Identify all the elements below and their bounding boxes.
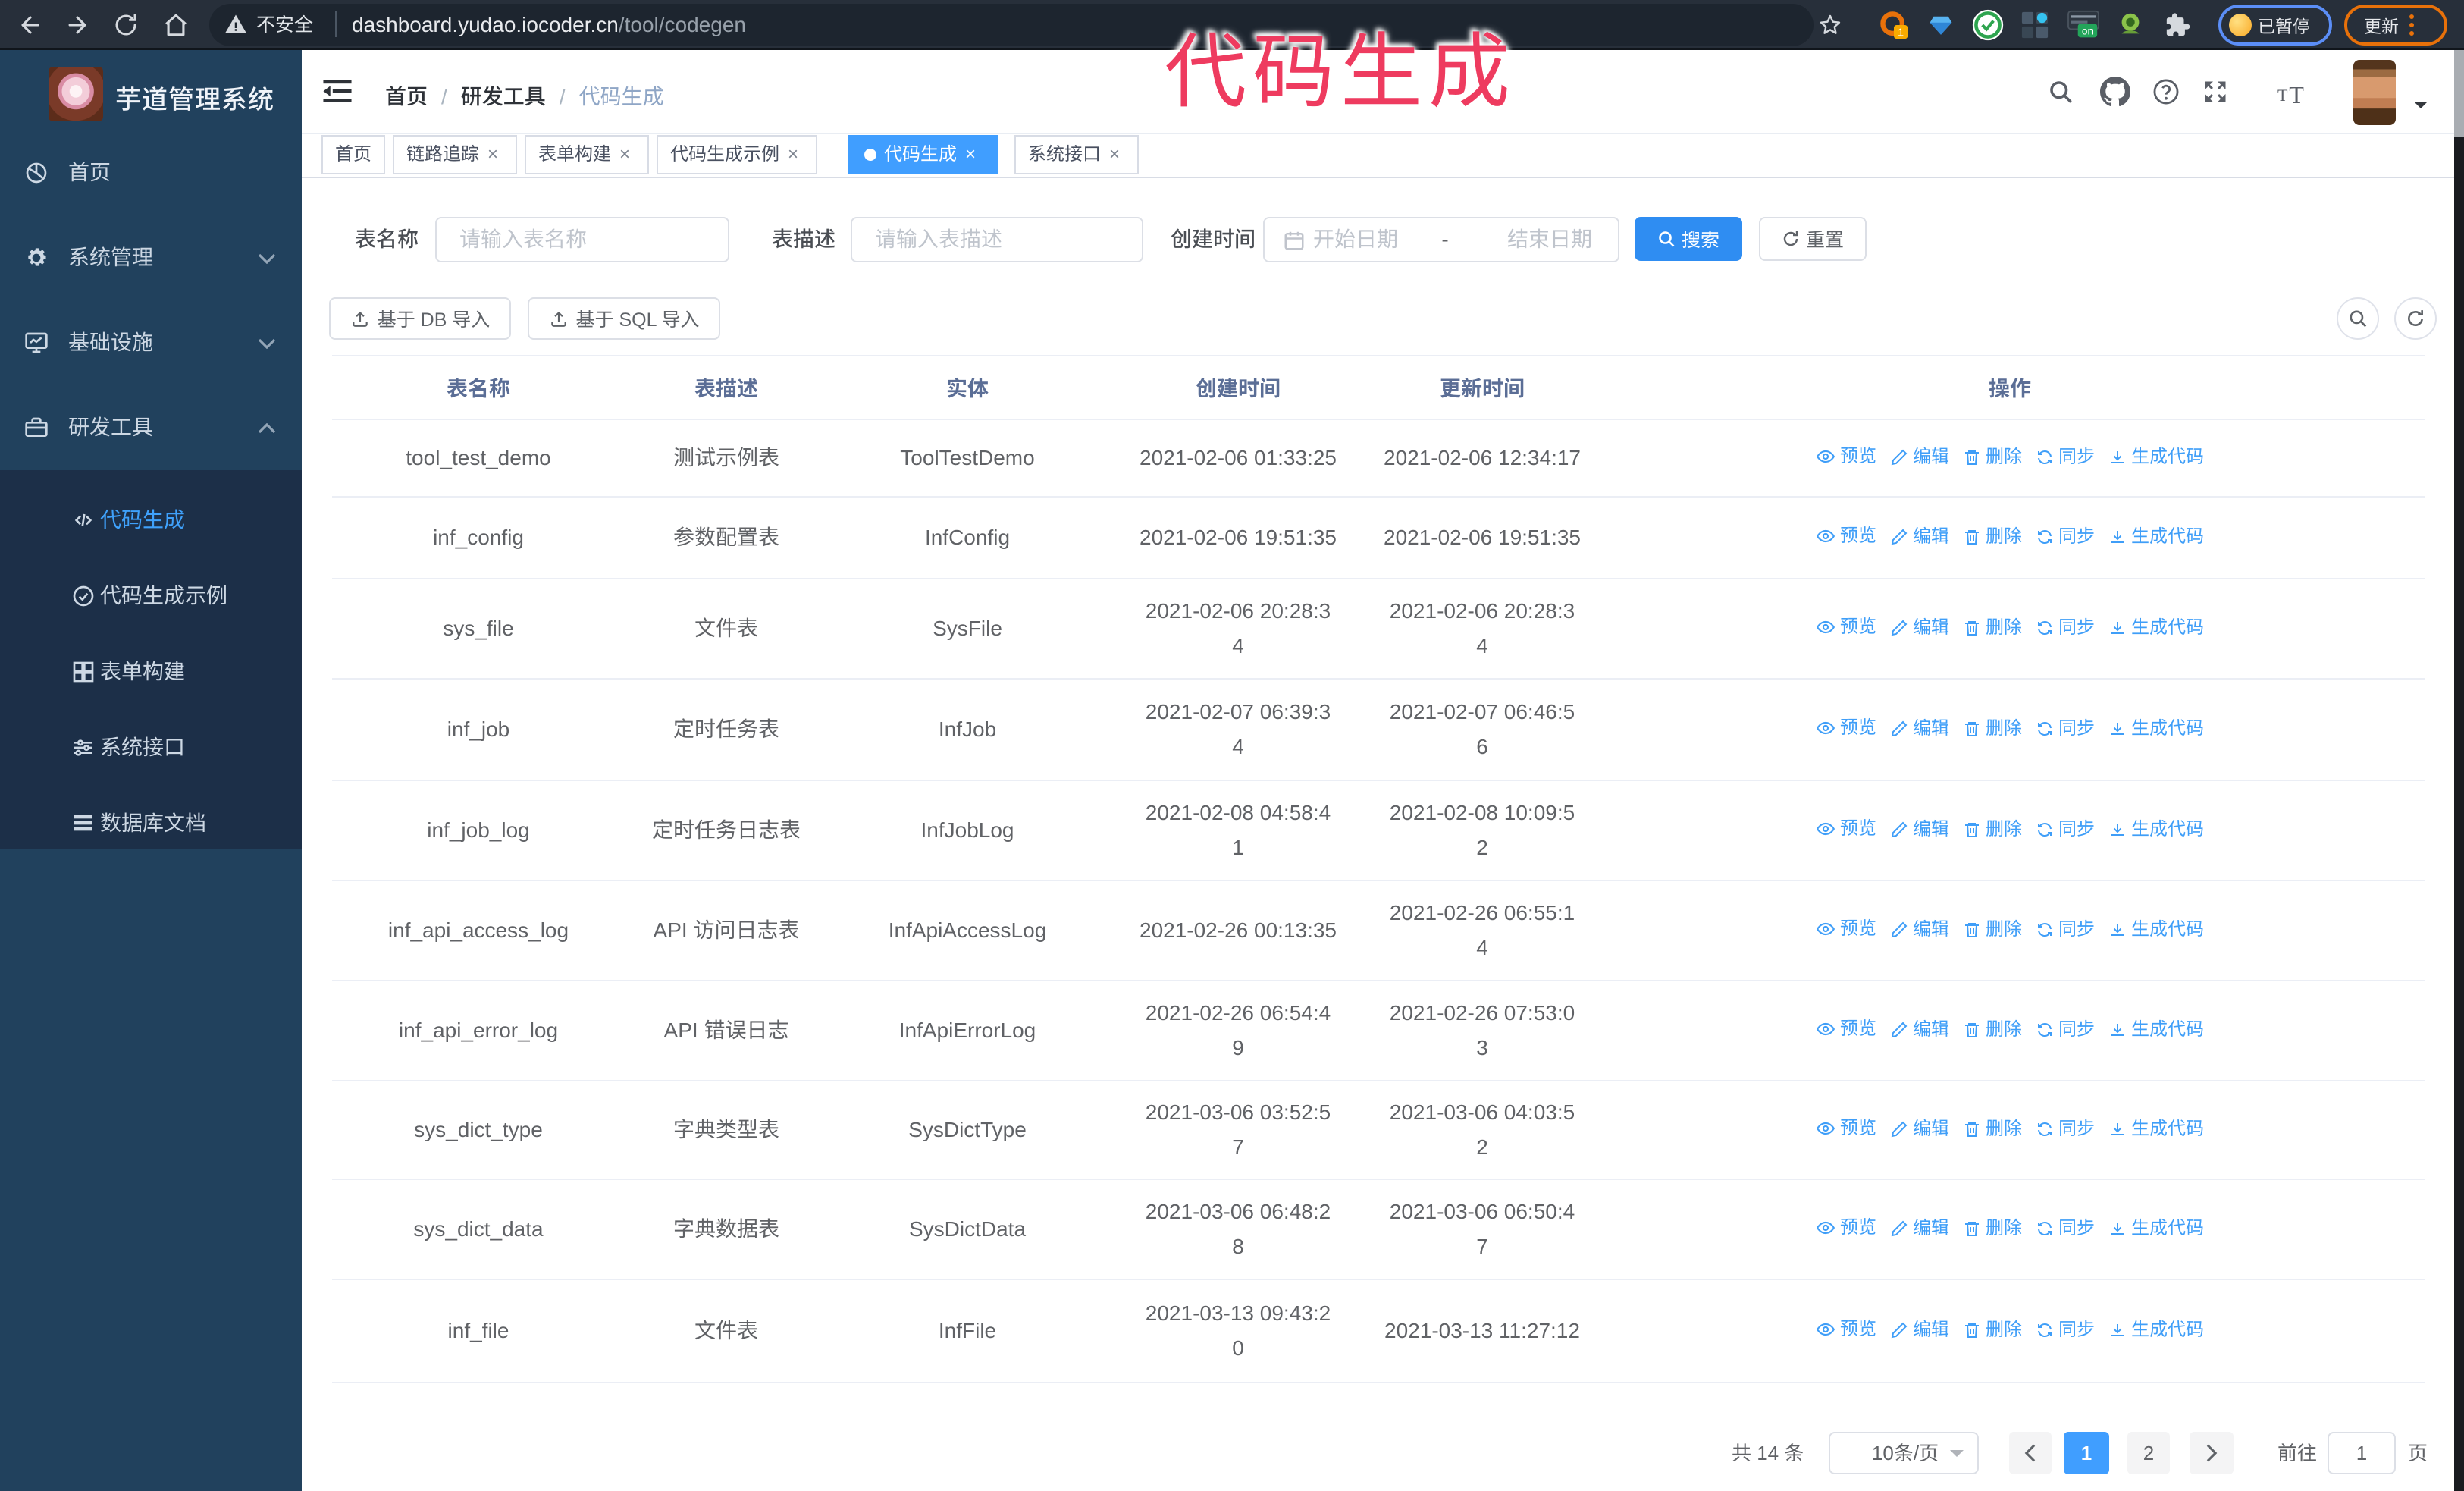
svg-text:on: on <box>2082 26 2093 37</box>
svg-text:T: T <box>2277 86 2288 105</box>
svg-text:T: T <box>2289 81 2304 105</box>
svg-text:1: 1 <box>1898 27 1904 39</box>
